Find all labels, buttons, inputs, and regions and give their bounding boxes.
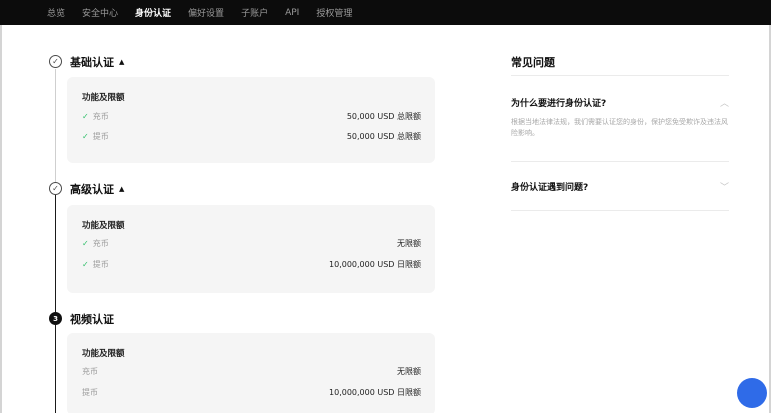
top-nav: 总览 安全中心 身份认证 偏好设置 子账户 API 授权管理 [0, 0, 771, 25]
step-title-advanced[interactable]: 高级认证 ▲ [70, 181, 124, 197]
step-title-label: 基础认证 [70, 56, 114, 69]
limit-value: 无限额 [397, 366, 421, 376]
limit-label: 充币 [82, 366, 98, 376]
card-title: 功能及限额 [82, 93, 125, 103]
divider [511, 161, 729, 162]
caret-up-icon: ▲ [119, 58, 125, 66]
faq-question-label: 为什么要进行身份认证? [511, 99, 607, 109]
step-complete-icon [49, 55, 62, 68]
help-chat-button[interactable] [737, 378, 767, 408]
nav-item-api[interactable]: API [285, 8, 299, 18]
card-title: 功能及限额 [82, 221, 125, 231]
step-title-video[interactable]: 视频认证 [70, 311, 114, 327]
limit-label: 提币 [82, 387, 98, 397]
limit-row-withdraw: 提币 10,000,000 USD 日限额 [82, 386, 421, 398]
limit-row-deposit: 充币 无限额 [82, 365, 421, 377]
timeline-connector [55, 69, 56, 189]
limit-row-withdraw: ✓ 提币 10,000,000 USD 日限额 [82, 258, 421, 270]
faq-question-why-verify[interactable]: 为什么要进行身份认证? ︿ [511, 96, 729, 109]
limit-row-withdraw: ✓ 提币 50,000 USD 总限额 [82, 130, 421, 142]
chevron-down-icon: ﹀ [719, 183, 729, 193]
limit-row-deposit: ✓ 充币 无限额 [82, 237, 421, 249]
divider [511, 75, 729, 76]
step-number-icon: 3 [49, 312, 62, 325]
nav-item-overview[interactable]: 总览 [47, 6, 65, 19]
main-content: 基础认证 ▲ 功能及限额 ✓充币 50,000 USD 总限额 ✓提币 50,0… [0, 25, 771, 413]
card-title: 功能及限额 [82, 349, 125, 359]
limit-label: 充币 [92, 238, 109, 248]
step-complete-icon [49, 182, 62, 195]
limit-value: 50,000 USD 总限额 [346, 131, 421, 141]
divider [511, 210, 729, 211]
limit-label: 提币 [92, 131, 109, 141]
faq-answer: 根据当地法律法规，我们需要认证您的身份，保护您免受欺诈及违法风险影响。 [511, 118, 728, 137]
limits-card-advanced: 功能及限额 ✓ 充币 无限额 ✓ 提币 10,000,000 USD 日限额 [67, 205, 435, 293]
limit-label: 充币 [92, 111, 109, 121]
step-title-label: 高级认证 [70, 183, 114, 196]
faq-question-label: 身份认证遇到问题? [511, 183, 589, 193]
nav-item-identity-verification[interactable]: 身份认证 [135, 6, 171, 19]
limits-card-video: 功能及限额 充币 无限额 提币 10,000,000 USD 日限额 [67, 333, 435, 413]
step-title-label: 视频认证 [70, 313, 114, 326]
nav-item-preferences[interactable]: 偏好设置 [188, 6, 224, 19]
limit-value: 无限额 [397, 238, 421, 248]
check-icon: ✓ [82, 259, 89, 269]
check-icon: ✓ [82, 111, 89, 121]
faq-question-verification-issues[interactable]: 身份认证遇到问题? ﹀ [511, 180, 729, 193]
timeline-connector [55, 195, 56, 315]
faq-title: 常见问题 [511, 56, 555, 69]
nav-item-sub-accounts[interactable]: 子账户 [241, 6, 268, 19]
limit-value: 10,000,000 USD 日限额 [329, 387, 421, 397]
caret-up-icon: ▲ [119, 185, 125, 193]
nav-item-security-center[interactable]: 安全中心 [82, 6, 118, 19]
limit-value: 50,000 USD 总限额 [346, 111, 421, 121]
timeline-connector [55, 323, 56, 413]
limit-label: 提币 [92, 259, 109, 269]
limits-card-basic: 功能及限额 ✓ 充币 50,000 USD 总限额 ✓ 提币 50,000 USD … [67, 77, 435, 163]
check-icon: ✓ [82, 238, 89, 248]
check-icon: ✓ [82, 131, 89, 141]
limit-row-deposit: ✓ 充币 50,000 USD 总限额 [82, 110, 421, 122]
nav-item-authorization[interactable]: 授权管理 [316, 6, 352, 19]
step-title-basic[interactable]: 基础认证 ▲ [70, 54, 124, 70]
limit-value: 10,000,000 USD 日限额 [329, 259, 421, 269]
chevron-up-icon: ︿ [719, 99, 729, 109]
